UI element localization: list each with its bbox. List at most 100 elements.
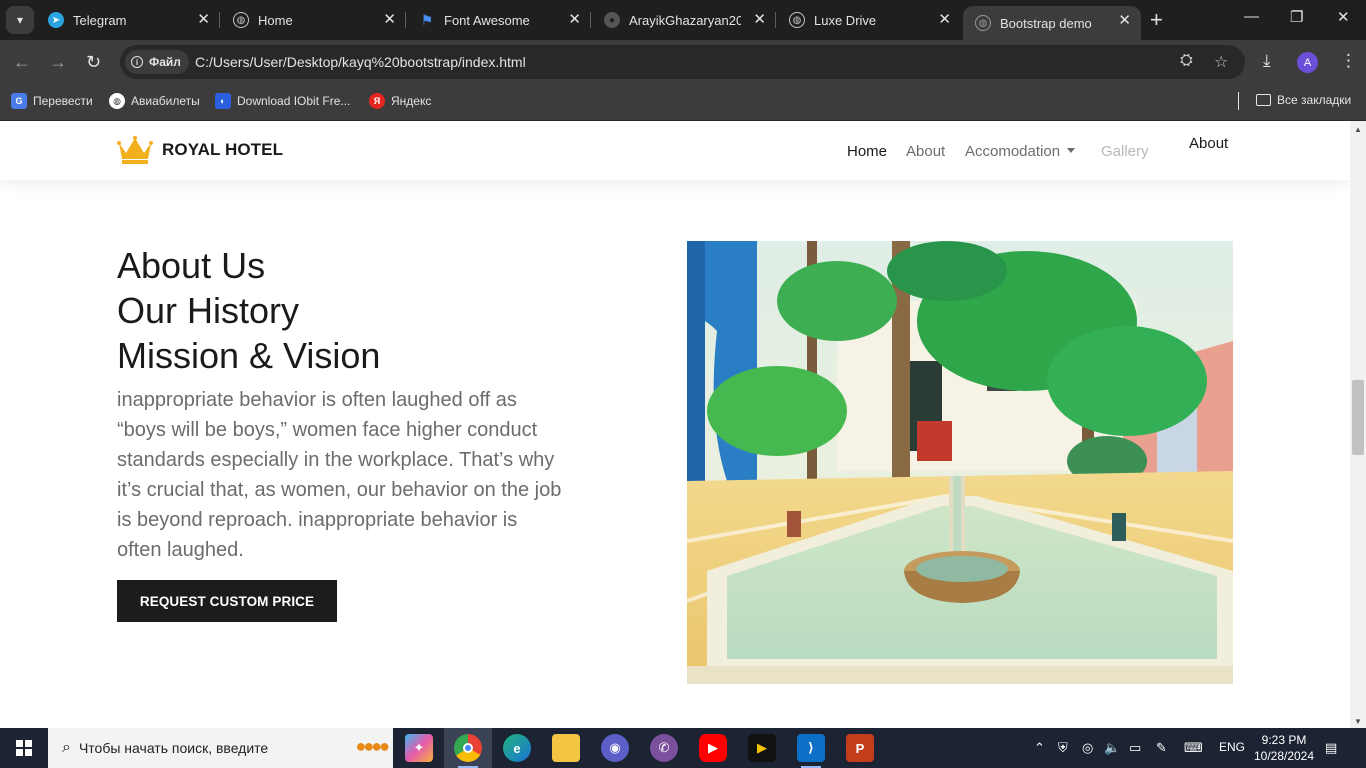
discord-like-icon[interactable]: ◉ bbox=[601, 734, 629, 762]
site-info-chip[interactable]: i Файл bbox=[125, 50, 189, 74]
clock-date: 10/28/2024 bbox=[1253, 749, 1315, 763]
tab-home[interactable]: ◍ Home ✕ bbox=[221, 0, 406, 40]
minimize-button[interactable]: — bbox=[1244, 8, 1259, 25]
chrome-center bbox=[463, 743, 473, 753]
iobit-icon: ◐ bbox=[215, 93, 231, 109]
vscode-icon[interactable]: ⟩ bbox=[797, 734, 825, 768]
notifications-icon[interactable]: ▤ bbox=[1325, 740, 1337, 756]
tab-separator bbox=[405, 12, 406, 28]
tab-title: Font Awesome bbox=[444, 12, 530, 28]
tray-overflow-chevron-icon[interactable]: ⌃ bbox=[1034, 740, 1045, 756]
youtube-icon[interactable]: ▶ bbox=[699, 734, 727, 762]
close-icon[interactable]: ✕ bbox=[568, 12, 581, 28]
tab-title: Home bbox=[258, 12, 293, 28]
bookmark-label: Авиабилеты bbox=[131, 94, 200, 108]
scrollbar-thumb[interactable] bbox=[1352, 380, 1364, 455]
network-icon[interactable]: ▭ bbox=[1129, 740, 1141, 756]
chevron-down-icon: ▾ bbox=[16, 13, 24, 27]
keyboard-icon[interactable]: ⌨ bbox=[1184, 740, 1203, 756]
all-bookmarks-label: Все закладки bbox=[1277, 93, 1352, 107]
media-player-icon[interactable]: ▶ bbox=[748, 734, 776, 762]
close-window-button[interactable]: ✕ bbox=[1337, 8, 1350, 26]
folder-icon bbox=[1256, 94, 1271, 106]
tab-search-button[interactable]: ▾ bbox=[6, 6, 34, 34]
menu-kebab-icon[interactable]: ⋮ bbox=[1340, 51, 1357, 71]
close-icon[interactable]: ✕ bbox=[938, 12, 951, 28]
tab-title: Luxe Drive bbox=[814, 12, 877, 28]
url-text[interactable]: C:/Users/User/Desktop/kayq%20bootstrap/i… bbox=[195, 54, 526, 70]
caret-down-icon bbox=[1067, 148, 1076, 153]
bookmark-star-icon[interactable]: ☆ bbox=[1214, 52, 1228, 72]
browser-toolbar: ← → ↻ i Файл C:/Users/User/Desktop/kayq%… bbox=[0, 40, 1366, 85]
nav-about[interactable]: About bbox=[906, 143, 945, 160]
brand-name: ROYAL HOTEL bbox=[162, 140, 284, 159]
close-icon[interactable]: ✕ bbox=[383, 12, 396, 28]
site-navbar: ROYAL HOTEL Home About Accomodation Gall… bbox=[0, 121, 1350, 180]
bookmark-translate[interactable]: G Перевести bbox=[11, 93, 93, 109]
page-scrollbar[interactable]: ▲ ▼ bbox=[1350, 121, 1366, 728]
clock[interactable]: 9:23 PM 10/28/2024 bbox=[1252, 732, 1316, 764]
edge-icon[interactable]: e bbox=[503, 734, 531, 762]
nav-gallery: Gallery bbox=[1101, 143, 1149, 160]
file-explorer-icon[interactable] bbox=[552, 734, 580, 762]
yandex-icon: Я bbox=[369, 93, 385, 109]
restore-button[interactable]: ❐ bbox=[1290, 8, 1303, 26]
clock-time: 9:23 PM bbox=[1261, 733, 1307, 747]
address-bar[interactable]: i Файл C:/Users/User/Desktop/kayq%20boot… bbox=[120, 45, 1245, 79]
pen-icon[interactable]: ✎ bbox=[1156, 740, 1167, 756]
taskbar-search-box[interactable]: ⌕ Чтобы начать поиск, введите ●●●● bbox=[48, 728, 393, 768]
tab-title: ArayikGhazaryan2011 bbox=[629, 12, 741, 28]
tab-github[interactable]: ● ArayikGhazaryan2011 ✕ bbox=[592, 0, 776, 40]
copilot-icon[interactable]: ✦ bbox=[405, 734, 433, 762]
github-icon: ● bbox=[604, 12, 620, 28]
download-icon[interactable]: ⤓ bbox=[1263, 51, 1271, 71]
windows-start-icon[interactable] bbox=[16, 740, 32, 756]
tab-title: Telegram bbox=[73, 12, 127, 28]
nav-accomodation-dropdown[interactable]: Accomodation bbox=[965, 143, 1076, 160]
bookmark-aviabilety[interactable]: ◍ Авиабилеты bbox=[109, 93, 200, 109]
tab-luxe-drive[interactable]: ◍ Luxe Drive ✕ bbox=[777, 0, 961, 40]
bookmark-yandex[interactable]: Я Яндекс bbox=[369, 93, 431, 109]
windows-taskbar: ⌕ Чтобы начать поиск, введите ●●●● ✦ e ◉… bbox=[0, 728, 1366, 768]
nav-accomodation-label: Accomodation bbox=[965, 143, 1061, 160]
translate-icon[interactable]: ⛭ bbox=[1180, 52, 1193, 70]
security-shield-icon[interactable]: ⛨ bbox=[1058, 740, 1068, 756]
pumpkins-icon: ●●●● bbox=[355, 736, 390, 756]
forward-button[interactable]: → bbox=[49, 52, 67, 72]
telegram-icon: ➤ bbox=[48, 12, 64, 28]
tab-telegram[interactable]: ➤ Telegram ✕ bbox=[36, 0, 220, 40]
bookmark-iobit[interactable]: ◐ Download IObit Fre... bbox=[215, 93, 350, 109]
tab-font-awesome[interactable]: ⚑ Font Awesome ✕ bbox=[407, 0, 591, 40]
courtyard-photo bbox=[687, 241, 1233, 684]
close-icon[interactable]: ✕ bbox=[197, 12, 210, 28]
chrome-icon[interactable] bbox=[454, 734, 482, 768]
heading-our-history: Our History bbox=[117, 290, 300, 331]
new-tab-button[interactable]: + bbox=[1150, 8, 1163, 32]
request-custom-price-button[interactable]: REQUEST CUSTOM PRICE bbox=[117, 580, 337, 622]
tab-bootstrap-demo[interactable]: ◍ Bootstrap demo ✕ bbox=[963, 6, 1141, 40]
close-icon[interactable]: ✕ bbox=[1118, 13, 1131, 29]
volume-icon[interactable]: 🔈 bbox=[1104, 740, 1120, 756]
all-bookmarks-button[interactable]: Все закладки bbox=[1256, 93, 1351, 107]
reload-button[interactable]: ↻ bbox=[86, 52, 101, 72]
tab-separator bbox=[219, 12, 220, 28]
crown-icon bbox=[117, 136, 153, 164]
bookmark-label: Яндекс bbox=[391, 94, 432, 108]
camera-icon[interactable]: ◎ bbox=[1082, 740, 1093, 756]
heading-about-us: About Us bbox=[117, 245, 266, 286]
bookmarks-bar: G Перевести ◍ Авиабилеты ◐ Download IObi… bbox=[0, 85, 1366, 121]
scroll-down-arrow-icon[interactable]: ▼ bbox=[1354, 717, 1362, 726]
back-button[interactable]: ← bbox=[13, 52, 31, 72]
browser-tab-strip: ▾ ➤ Telegram ✕ ◍ Home ✕ ⚑ Font Awesome ✕… bbox=[0, 0, 1366, 40]
page-viewport: ROYAL HOTEL Home About Accomodation Gall… bbox=[0, 121, 1350, 728]
viber-icon[interactable]: ✆ bbox=[650, 734, 678, 762]
nav-about-secondary[interactable]: About bbox=[1189, 135, 1228, 152]
scroll-up-arrow-icon[interactable]: ▲ bbox=[1354, 125, 1362, 134]
globe-icon: ◍ bbox=[109, 93, 125, 109]
site-logo[interactable]: ROYAL HOTEL bbox=[117, 135, 283, 165]
close-icon[interactable]: ✕ bbox=[753, 12, 766, 28]
profile-avatar[interactable]: A bbox=[1297, 52, 1318, 73]
powerpoint-icon[interactable]: P bbox=[846, 734, 874, 762]
language-indicator[interactable]: ENG bbox=[1219, 740, 1245, 754]
nav-home[interactable]: Home bbox=[847, 143, 887, 160]
